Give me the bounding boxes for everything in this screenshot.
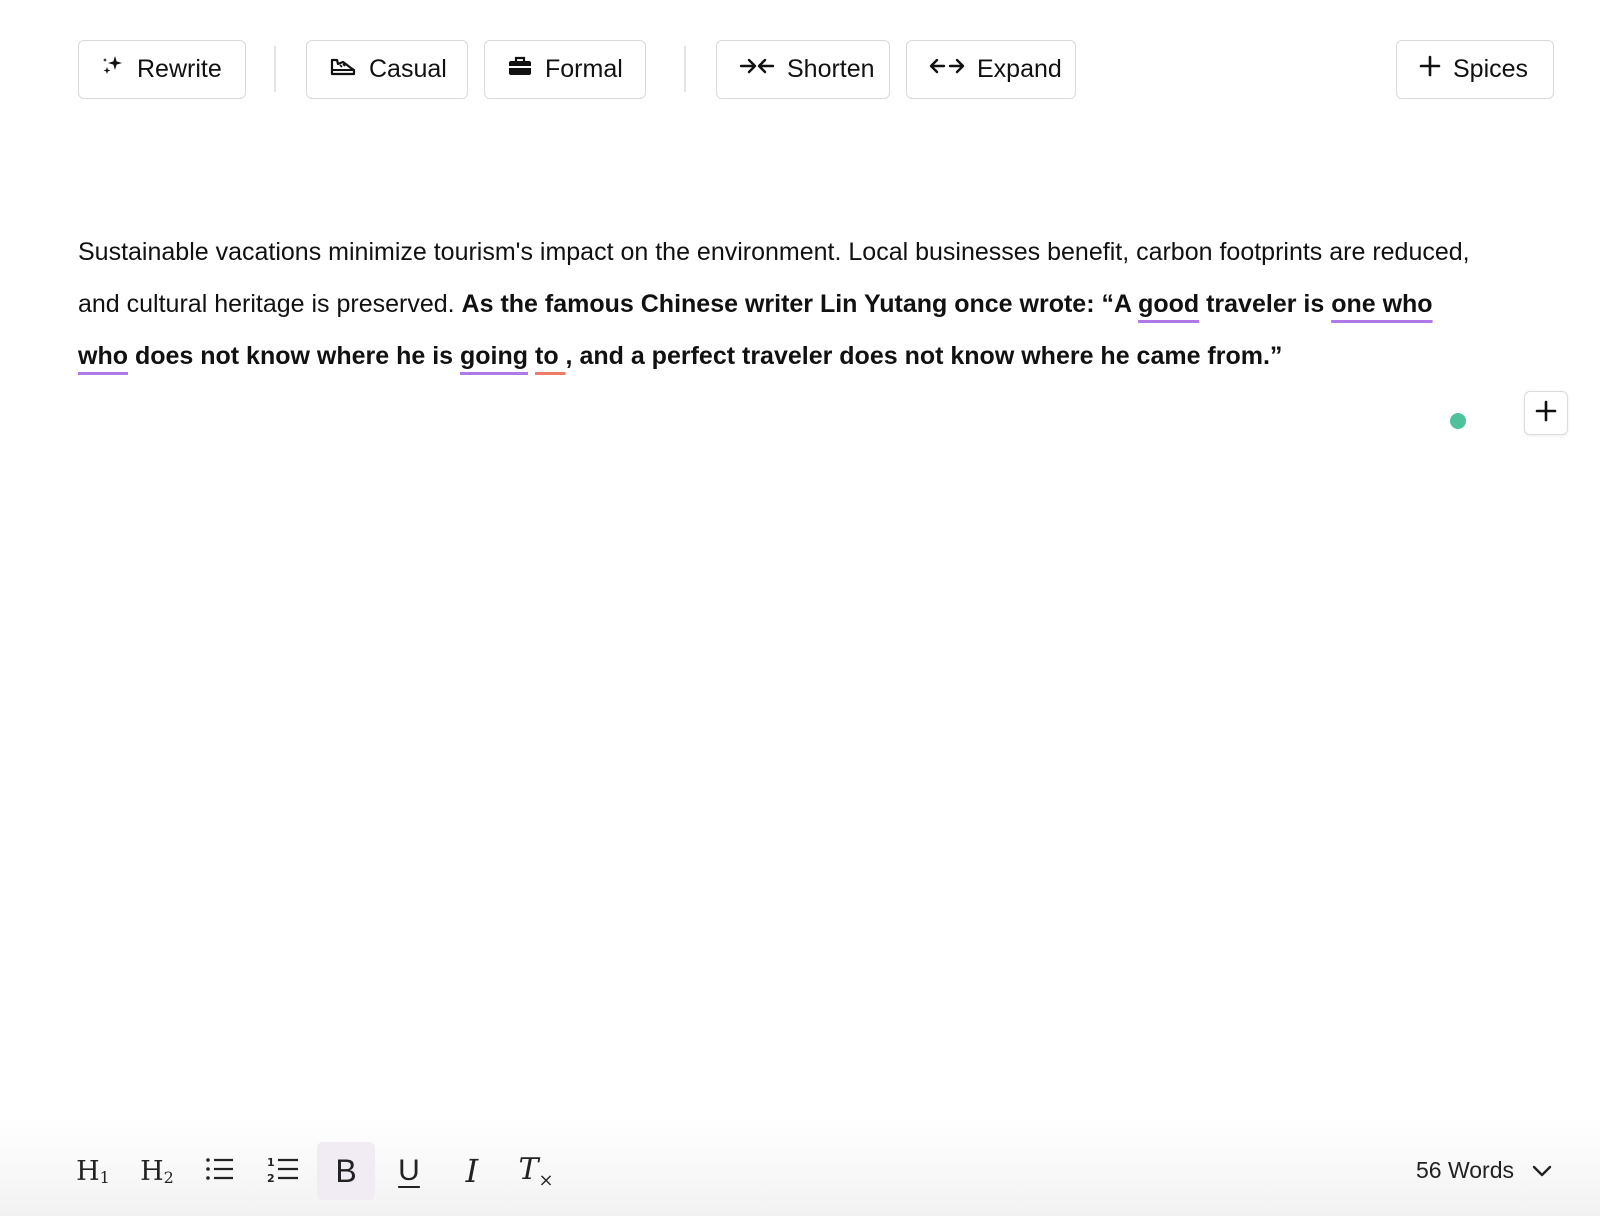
suggestion-underline[interactable]: good [1138,290,1199,318]
rewrite-button[interactable]: Rewrite [78,40,246,99]
word-count: 56 Words [1415,1156,1514,1183]
quote-text: does not know where he is [128,342,461,370]
casual-button[interactable]: Casual [306,40,468,99]
numbered-list-icon: 12 [267,1155,299,1187]
plus-icon [1419,55,1441,84]
rewrite-toolbar: Rewrite Casual Formal Shorten Expand Spi… [78,40,1554,99]
expand-arrows-icon [929,55,965,84]
bullet-list-button[interactable] [191,1142,249,1200]
h2-button[interactable]: H2 [128,1142,186,1200]
sneaker-icon [329,54,357,85]
word-count-dropdown[interactable]: 56 Words [1416,1152,1552,1188]
numbered-list-button[interactable]: 12 [254,1142,312,1200]
underline-button[interactable]: U [380,1142,438,1200]
quote-text: traveler is [1199,290,1332,318]
suggestion-underline[interactable]: going [460,342,528,370]
shorten-arrows-icon [739,55,775,84]
sparkle-icon [101,54,125,85]
underline-icon: U [398,1154,420,1187]
error-underline[interactable]: to [535,342,566,370]
italic-button[interactable]: I [443,1142,501,1200]
plus-icon [1535,400,1557,426]
briefcase-icon [507,54,533,85]
shorten-button[interactable]: Shorten [716,40,890,99]
h1-button[interactable]: H1 [64,1142,122,1200]
formal-button[interactable]: Formal [484,40,646,99]
editor-content[interactable]: Sustainable vacations minimize tourism's… [78,226,1478,382]
svg-text:1: 1 [267,1156,275,1169]
chevron-down-icon [1532,1157,1552,1184]
toolbar-divider [274,46,276,92]
add-block-button[interactable] [1524,391,1568,435]
bullet-list-icon [205,1156,235,1186]
toolbar-divider [684,46,686,92]
shorten-label: Shorten [787,55,875,83]
casual-label: Casual [369,55,447,83]
quote-text: As the famous Chinese writer Lin Yutang … [461,290,1139,318]
rewrite-label: Rewrite [137,55,222,83]
expand-label: Expand [977,55,1062,83]
bold-icon: B [335,1152,357,1189]
h2-icon: H2 [140,1155,174,1187]
quote-text [528,342,535,370]
clear-format-icon: T× [518,1151,554,1191]
expand-button[interactable]: Expand [906,40,1076,99]
svg-text:2: 2 [267,1172,275,1183]
spices-label: Spices [1453,55,1529,83]
h1-icon: H1 [76,1155,110,1187]
format-toolbar: H1 H2 12 B U I T× 56 Words [0,1116,1600,1216]
quote-text: , and a perfect traveler does not know w… [565,342,1283,370]
status-dot [1450,413,1466,429]
formal-label: Formal [545,55,623,83]
bold-button[interactable]: B [317,1142,375,1200]
clear-format-button[interactable]: T× [507,1142,565,1200]
italic-icon: I [465,1152,479,1190]
spices-button[interactable]: Spices [1396,40,1554,99]
